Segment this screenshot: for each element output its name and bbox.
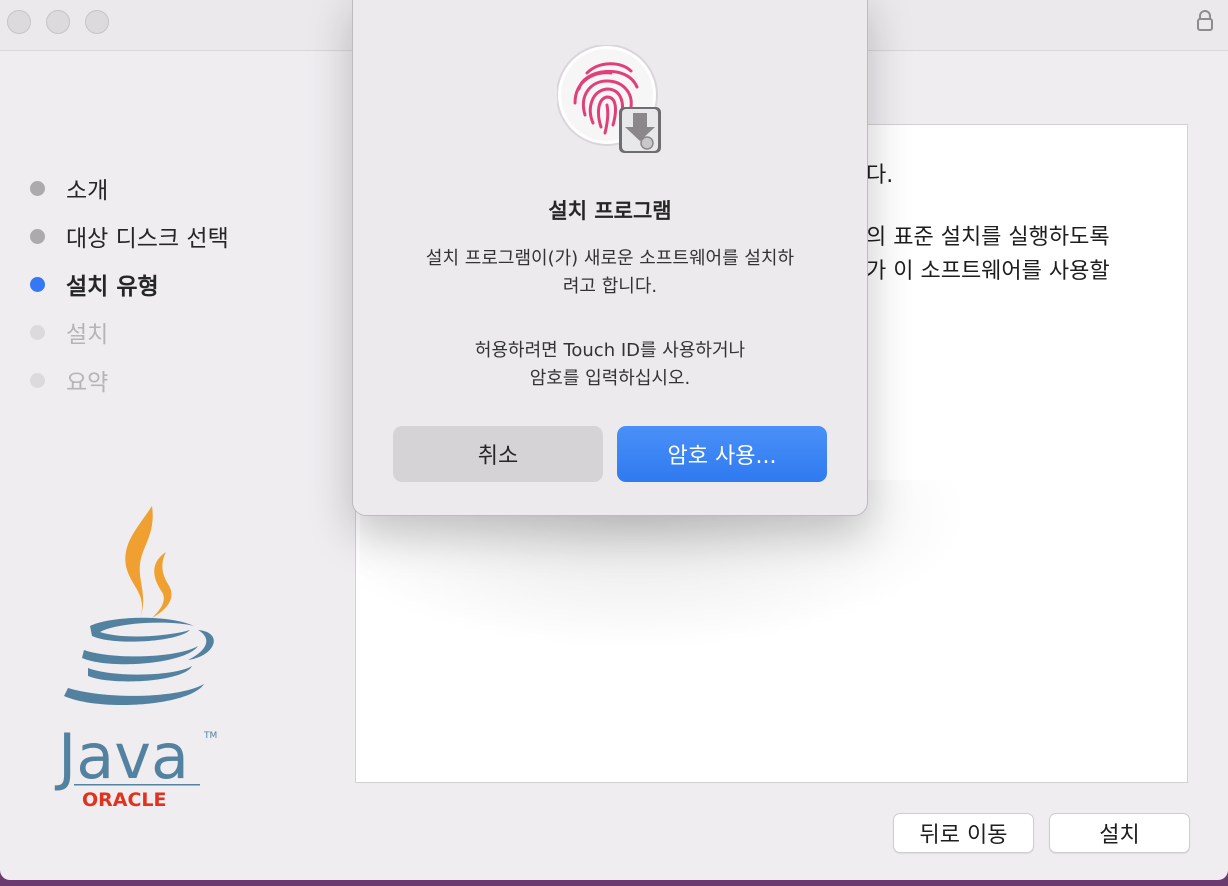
minimize-window-button[interactable] <box>46 10 70 34</box>
step-dot <box>30 180 45 196</box>
installer-steps: 소개 대상 디스크 선택 설치 유형 설치 요약 <box>30 164 229 404</box>
trademark-mark: TM <box>203 731 217 741</box>
zoom-window-button[interactable] <box>85 10 109 34</box>
authorization-dialog: 설치 프로그램 설치 프로그램이(가) 새로운 소프트웨어를 설치하 려고 합니… <box>352 0 868 516</box>
step-label: 대상 디스크 선택 <box>66 226 229 252</box>
step-label: 요약 <box>66 370 109 396</box>
step-summary: 요약 <box>30 356 229 404</box>
cancel-button[interactable]: 취소 <box>393 426 603 482</box>
step-label: 설치 <box>66 322 109 348</box>
install-button[interactable]: 설치 <box>1049 813 1190 853</box>
lock-icon <box>1197 10 1213 31</box>
dialog-hint-line: 암호를 입력하십시오. <box>529 368 691 389</box>
dialog-title: 설치 프로그램 <box>548 199 672 223</box>
content-line: 다. <box>866 163 894 188</box>
oracle-wordmark: ORACLE <box>82 789 167 811</box>
dialog-hint-line: 허용하려면 Touch ID를 사용하거나 <box>474 340 746 361</box>
step-dot <box>30 372 45 388</box>
fingerprint-icon <box>557 45 661 153</box>
dialog-message-line: 려고 합니다. <box>562 276 658 297</box>
step-dot <box>30 276 45 292</box>
step-label: 설치 유형 <box>66 274 159 300</box>
step-dot <box>30 228 45 244</box>
step-dot <box>30 324 45 340</box>
step-label: 소개 <box>66 178 109 204</box>
close-window-button[interactable] <box>7 10 31 34</box>
installer-disk-icon <box>619 107 661 153</box>
step-installation-type: 설치 유형 <box>30 260 229 308</box>
java-wordmark: Java <box>54 720 189 793</box>
java-logo: Java TM ORACLE <box>54 506 217 811</box>
step-destination: 대상 디스크 선택 <box>30 212 229 260</box>
back-button[interactable]: 뒤로 이동 <box>893 813 1034 853</box>
content-line: 의 표준 설치를 실행하도록 <box>866 225 1110 250</box>
dialog-message-line: 설치 프로그램이(가) 새로운 소프트웨어를 설치하 <box>425 248 795 269</box>
step-introduction: 소개 <box>30 164 229 212</box>
content-line: 가 이 소프트웨어를 사용할 <box>866 259 1110 284</box>
step-installation: 설치 <box>30 308 229 356</box>
use-password-button[interactable]: 암호 사용... <box>617 426 827 482</box>
